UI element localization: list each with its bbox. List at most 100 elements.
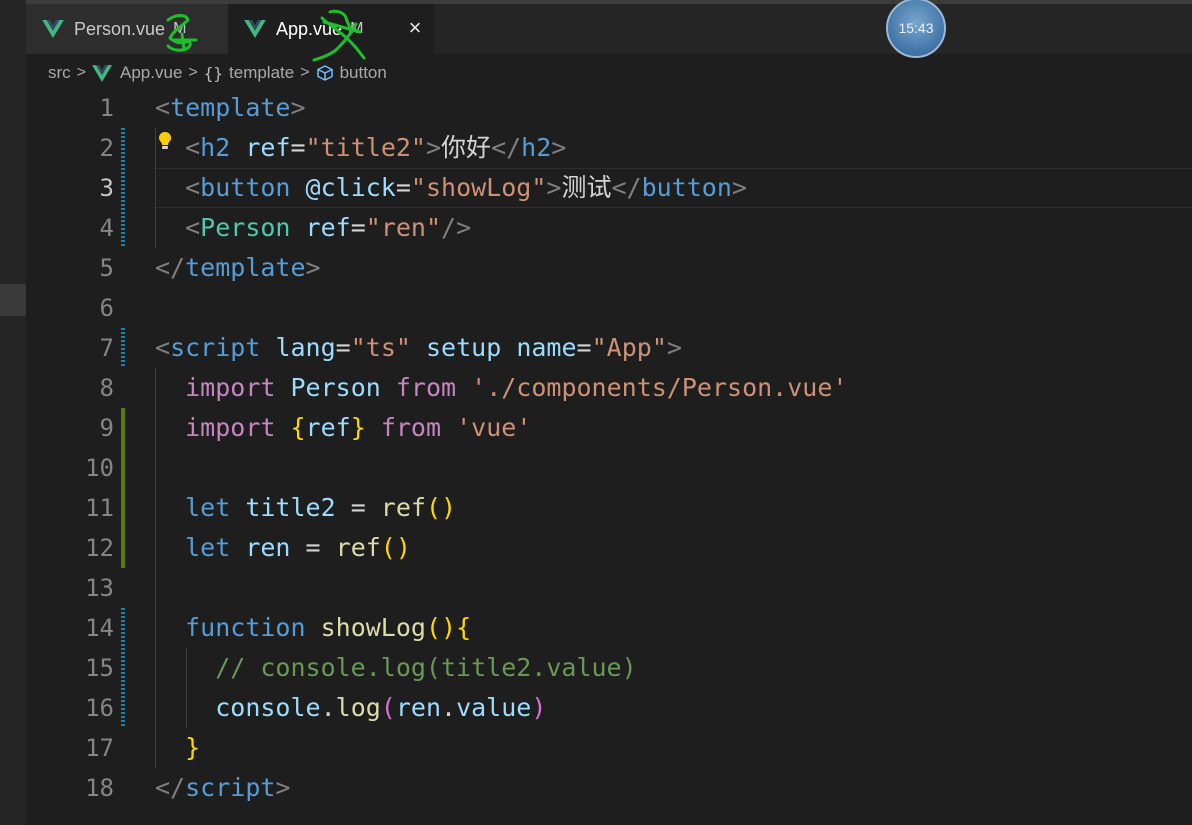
- code-token: h2: [521, 133, 552, 162]
- line-number: 10: [85, 454, 114, 482]
- code-line[interactable]: 4 <Person ref="ren"/>: [26, 208, 1192, 248]
- code-token: "ren": [365, 213, 442, 242]
- code-text: </script>: [155, 768, 290, 808]
- code-token: ref: [380, 493, 426, 522]
- code-token: ref: [305, 213, 351, 242]
- line-number: 7: [99, 334, 114, 362]
- code-token: >: [666, 333, 682, 362]
- code-line[interactable]: 7 <script lang="ts" setup name="App">: [26, 328, 1192, 368]
- code-token: "ts": [350, 333, 411, 362]
- code-line[interactable]: 9 import {ref} from 'vue': [26, 408, 1192, 448]
- code-token: import: [185, 413, 276, 442]
- code-text: // console.log(title2.value): [155, 648, 636, 688]
- modified-indicator: M: [350, 20, 364, 37]
- code-line[interactable]: 18 </script>: [26, 768, 1192, 808]
- code-text: import {ref} from 'vue': [155, 408, 531, 448]
- code-line[interactable]: 2 <h2 ref="title2">你好</h2>: [26, 128, 1192, 168]
- line-number: 4: [99, 214, 114, 242]
- code-text: <Person ref="ren"/>: [155, 208, 471, 248]
- modified-indicator: M: [173, 20, 187, 37]
- cube-icon: [316, 65, 333, 81]
- code-token: "showLog": [410, 173, 547, 202]
- chevron-right-icon: >: [300, 64, 310, 81]
- code-line[interactable]: 10: [26, 448, 1192, 488]
- code-token: (): [425, 493, 457, 522]
- code-token: <: [155, 333, 171, 362]
- breadcrumb-template[interactable]: {} template: [204, 63, 294, 83]
- line-number: 9: [99, 414, 114, 442]
- code-token: import: [185, 373, 276, 402]
- code-token: from: [395, 373, 457, 402]
- code-token: @click: [305, 173, 396, 202]
- code-token: template: [170, 93, 291, 122]
- code-token: <: [185, 173, 201, 202]
- code-editor[interactable]: 1 <template> 2 <h2 ref="title2">你好</h2> 3 <…: [26, 88, 1192, 825]
- breadcrumb-label: src: [48, 63, 71, 82]
- code-line[interactable]: 6: [26, 288, 1192, 328]
- code-token: "title2": [305, 133, 426, 162]
- code-token: ren: [395, 693, 442, 722]
- tab-person-vue[interactable]: Person.vue M: [26, 4, 228, 54]
- breadcrumb-label: App.vue: [120, 63, 183, 82]
- code-line[interactable]: 16 console.log(ren.value): [26, 688, 1192, 728]
- breadcrumb-app-vue[interactable]: App.vue: [92, 63, 182, 83]
- tab-app-vue[interactable]: App.vue M ×: [228, 4, 434, 54]
- code-token: =: [335, 333, 351, 362]
- code-token: ren: [245, 533, 291, 562]
- clock-overlay: 15:43: [886, 0, 946, 58]
- code-token: }: [350, 413, 366, 442]
- code-token: lang: [275, 333, 336, 362]
- code-token: script: [170, 333, 261, 362]
- code-text: </template>: [155, 248, 321, 288]
- code-line[interactable]: 17 }: [26, 728, 1192, 768]
- code-token: >: [425, 133, 442, 162]
- lightbulb-icon[interactable]: [158, 131, 172, 151]
- code-token: {: [290, 413, 306, 442]
- code-line[interactable]: 12 let ren = ref(): [26, 528, 1192, 568]
- line-number: 2: [99, 134, 114, 162]
- breadcrumb: src > App.vue > {} template > button: [26, 56, 1192, 90]
- code-line[interactable]: 15 // console.log(title2.value): [26, 648, 1192, 688]
- code-token: 你好: [441, 133, 492, 162]
- line-number: 18: [85, 774, 114, 802]
- code-token: from: [380, 413, 442, 442]
- code-line[interactable]: 11 let title2 = ref(): [26, 488, 1192, 528]
- code-line[interactable]: 14 function showLog(){: [26, 608, 1192, 648]
- code-line[interactable]: 5 </template>: [26, 248, 1192, 288]
- code-token: (): [380, 533, 411, 562]
- line-number: 13: [85, 574, 114, 602]
- code-token: =: [290, 133, 306, 162]
- code-token: }: [185, 733, 201, 762]
- code-text: <template>: [155, 88, 306, 128]
- code-token: >: [551, 133, 567, 162]
- code-token: />: [441, 213, 472, 242]
- breadcrumb-src[interactable]: src: [26, 63, 71, 83]
- close-icon[interactable]: ×: [404, 16, 426, 40]
- code-token: >: [290, 93, 306, 122]
- code-token: showLog: [320, 613, 426, 642]
- code-text: console.log(ren.value): [155, 688, 546, 728]
- code-line[interactable]: 8 import Person from './components/Perso…: [26, 368, 1192, 408]
- vue-logo-icon: [42, 20, 64, 38]
- line-number: 8: [99, 374, 114, 402]
- vue-logo-icon: [244, 20, 266, 38]
- code-token: =: [290, 533, 336, 562]
- code-token: 测试: [561, 173, 612, 202]
- code-token: Person: [200, 213, 291, 242]
- code-line[interactable]: 3 <button @click="showLog">测试</button>: [26, 168, 1192, 208]
- breadcrumb-button[interactable]: button: [316, 63, 387, 83]
- code-line[interactable]: 1 <template>: [26, 88, 1192, 128]
- line-number: 3: [99, 174, 114, 202]
- code-token: </: [155, 773, 186, 802]
- code-token: 'vue': [456, 413, 532, 442]
- code-line[interactable]: 13: [26, 568, 1192, 608]
